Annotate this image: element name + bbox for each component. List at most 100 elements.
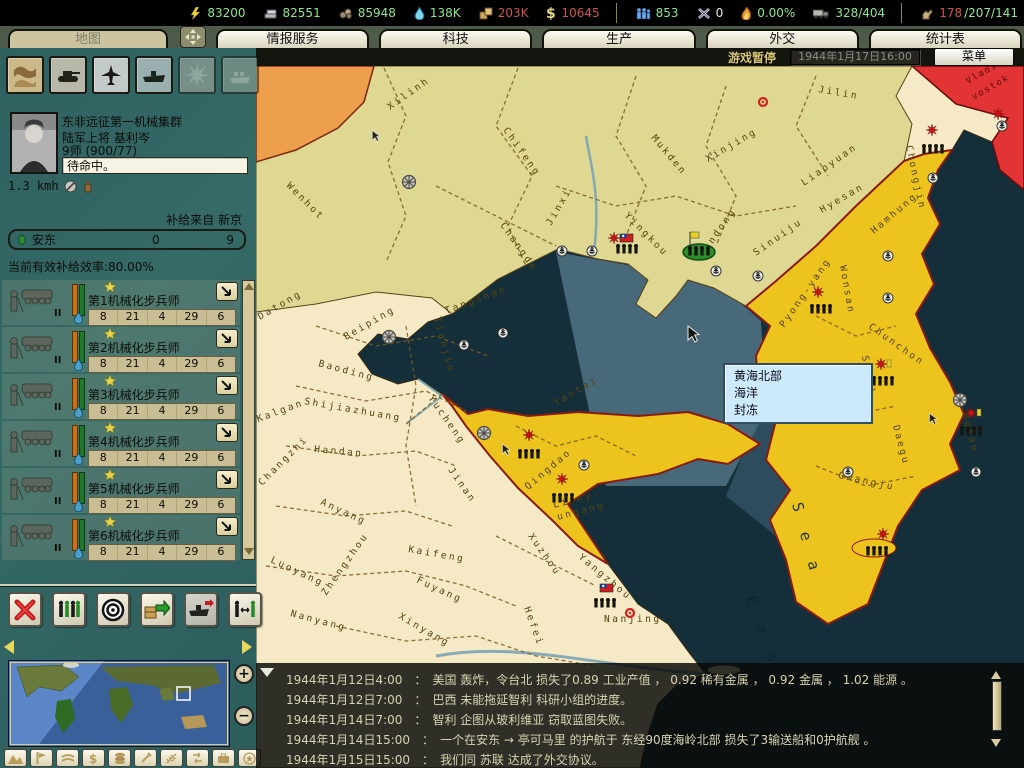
plane-icon [98,62,124,88]
tab-diplomacy[interactable]: 外交 [706,29,859,48]
move-view-button[interactable] [180,26,206,48]
economy-mapmode-button[interactable]: $ [82,749,105,767]
mech-infantry-icon [4,376,60,416]
reorganize-button[interactable] [52,592,86,627]
goto-unit-button[interactable] [216,329,238,348]
log-line: 1944年1月14日7:00 ： 智利 企图从玻利维亚 窃取蓝图失败。 [286,711,632,728]
division-row[interactable]: II 第1机械化步兵师 8214296 [2,280,240,325]
infra-mapmode-button[interactable] [134,749,157,767]
air-mode-button[interactable] [92,56,130,94]
metal-icon [264,7,278,19]
division-stats: 8214296 [88,403,236,420]
game-window: 83200 82551 85948 138K 203K $ 10645 853 … [0,0,1024,768]
tab-production[interactable]: 生产 [542,29,695,48]
division-row[interactable]: II 第2机械化步兵师 8214296 [2,327,240,372]
tab-statistics[interactable]: 统计表 [869,29,1022,48]
log-scroll-handle[interactable] [992,681,1002,731]
goto-unit-button[interactable] [216,517,238,536]
combat-mode-button[interactable] [178,56,216,94]
paused-label: 游戏暂停 [728,49,776,66]
mech-infantry-icon [4,517,60,557]
officers-icon [920,7,934,20]
carrier-icon [141,62,167,88]
energy-icon [189,7,202,20]
diplomacy-mapmode-button[interactable] [212,749,235,767]
goto-arrow-icon [221,286,233,298]
log-scroll-up-icon[interactable] [991,671,1001,679]
merge-units-button[interactable] [228,592,262,627]
objective-button[interactable] [96,592,130,627]
political-mapmode-button[interactable] [30,749,53,767]
goto-arrow-icon [221,427,233,439]
veterancy-star-icon [104,422,116,433]
resource-energy: 83200 [189,6,245,20]
convoy-mode-button[interactable] [221,56,259,94]
partisan-mapmode-button[interactable] [160,749,183,767]
tab-map[interactable]: 地图 [8,29,168,48]
supply-drop-icon [74,359,83,371]
log-scroll-down-icon[interactable] [991,739,1001,747]
no-orders-icon [64,180,77,193]
supply-transfer-button[interactable] [140,592,174,627]
zoom-in-button[interactable]: + [234,664,254,684]
log-scrollbar[interactable] [990,671,1002,747]
coins-icon [114,752,126,764]
weather-mapmode-button[interactable] [56,749,79,767]
resbar-separator [616,3,617,23]
army-mode-button[interactable] [49,56,87,94]
message-log: 1944年1月12日4:00 ： 美国 轰炸，令台北 损失了0.89 工业产值 … [256,663,1024,768]
manpower-icon [635,7,651,20]
tab-intelligence[interactable]: 情报服务 [216,29,369,48]
navy-mode-button[interactable] [135,56,173,94]
map-mode-button[interactable] [6,56,44,94]
supply-drop-icon [74,500,83,512]
supply-source-label: 补给来自 新京 [166,211,242,228]
minimap[interactable] [8,660,230,747]
resources-mapmode-button[interactable] [108,749,131,767]
commander-portrait [10,112,58,174]
goto-unit-button[interactable] [216,423,238,442]
scroll-right-arrow[interactable] [242,640,252,654]
sea-zone-tooltip: 黄海北部 海洋 封冻 [723,363,873,424]
terrain-mapmode-button[interactable] [4,749,27,767]
sidebar: 东非远征第一机械集群 陆军上将 基利岑 9师 (900/77) 待命中。 1.3… [0,48,256,768]
svg-text:$: $ [89,752,97,765]
goto-unit-button[interactable] [216,470,238,489]
scroll-left-arrow[interactable] [4,640,14,654]
mountain-icon [8,753,23,764]
division-row[interactable]: II 第6机械化步兵师 8214296 [2,515,240,560]
naval-transport-button[interactable] [184,592,218,627]
sidebar-divider [0,584,256,586]
division-stats: 8214296 [88,309,236,326]
division-list: II 第1机械化步兵师 8214296 II 第2机械化步兵师 8214296 [2,280,240,562]
unit-jp-vladivostok-border[interactable] [992,108,1004,120]
division-list-scrollbar[interactable] [242,280,255,560]
tooltip-zone-name: 黄海北部 [734,368,862,385]
unit-name: 东非远征第一机械集群 [62,113,182,130]
division-stats: 8214296 [88,497,236,514]
goto-unit-button[interactable] [216,376,238,395]
division-size-marker: II [54,543,61,554]
mech-infantry-icon [4,282,60,322]
globe-star-icon [243,752,256,765]
supply-efficiency: 当前有效补给效率:80.00% [8,258,154,275]
division-row[interactable]: II 第5机械化步兵师 8214296 [2,468,240,513]
revolt-mapmode-button[interactable] [186,749,209,767]
disband-button[interactable] [8,592,42,627]
scroll-down-icon[interactable] [244,548,254,555]
supply-route-row[interactable]: 安东 0 9 [8,229,246,250]
scroll-up-icon[interactable] [244,283,254,290]
tank-icon [55,62,81,88]
tab-technology[interactable]: 科技 [379,29,532,48]
log-collapse-icon[interactable] [260,668,274,677]
mech-infantry-icon [4,423,60,463]
unit-command-buttons [8,592,262,627]
zoom-out-button[interactable]: − [234,706,254,726]
supply-drop-icon [74,547,83,559]
dig-in-icon [83,180,93,193]
division-row[interactable]: II 第4机械化步兵师 8214296 [2,421,240,466]
menu-button[interactable]: 菜单 [934,48,1014,66]
goto-unit-button[interactable] [216,282,238,301]
division-row[interactable]: II 第3机械化步兵师 8214296 [2,374,240,419]
unit-order-icons [64,180,93,193]
